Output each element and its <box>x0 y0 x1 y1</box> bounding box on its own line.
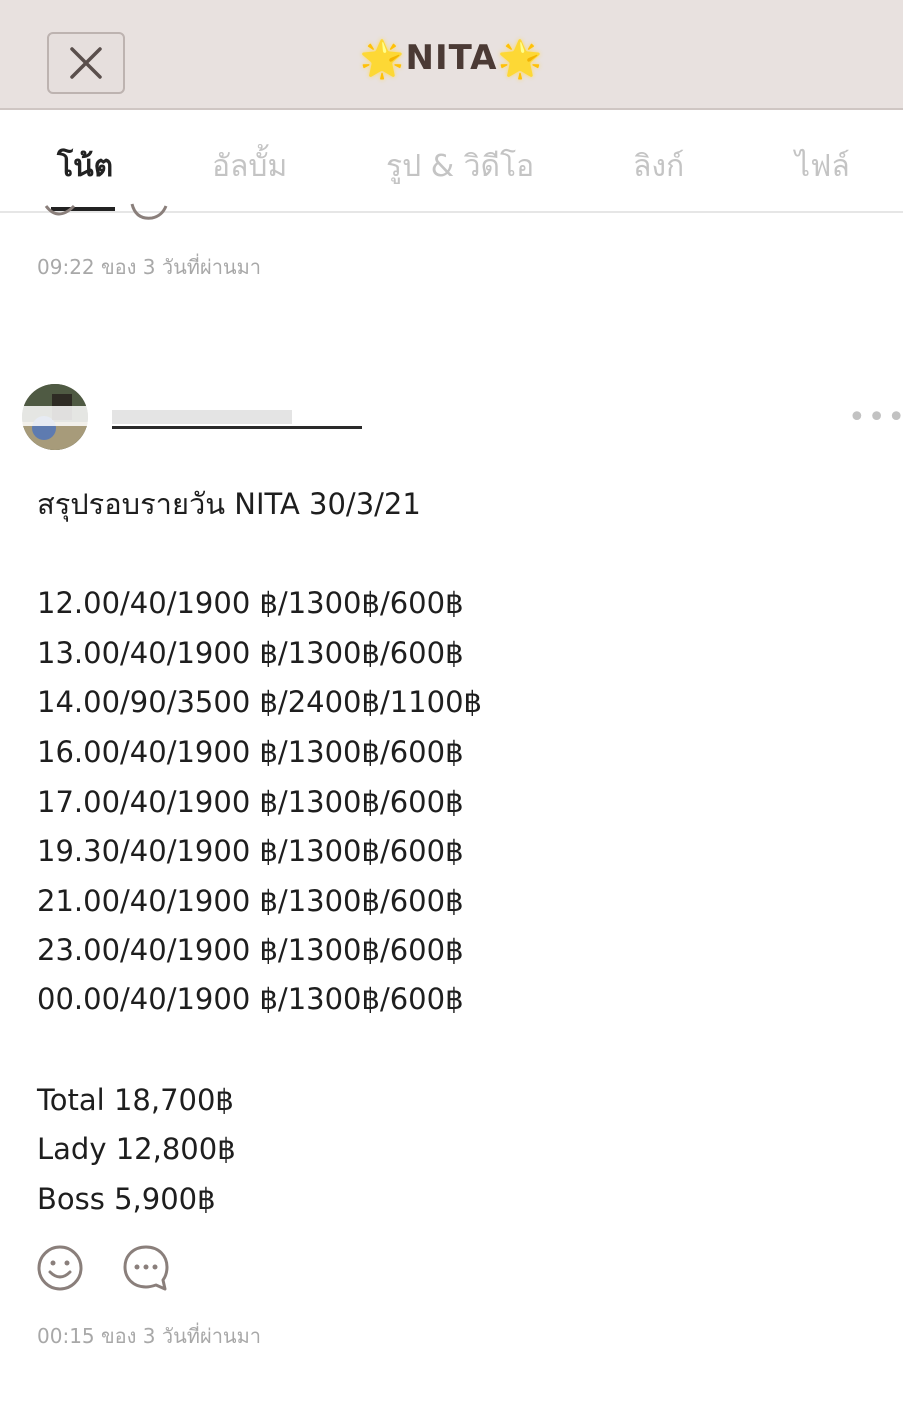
star-icon: 🌟 <box>359 39 406 80</box>
summary-boss: Boss 5,900฿ <box>37 1182 216 1216</box>
comment-icon[interactable] <box>121 1243 171 1293</box>
post-line: 21.00/40/1900 ฿/1300฿/600฿ <box>37 884 464 918</box>
post-line: 14.00/90/3500 ฿/2400฿/1100฿ <box>37 685 482 719</box>
more-options-button[interactable]: ••• <box>848 400 903 435</box>
previous-post-timestamp: 09:22 ของ 3 วันที่ผ่านมา <box>37 255 262 279</box>
post-line: 23.00/40/1900 ฿/1300฿/600฿ <box>37 933 464 967</box>
app-header: 🌟NITA🌟 <box>0 0 903 110</box>
post-title: สรุปรอบรายวัน NITA 30/3/21 <box>37 487 421 521</box>
tab-photos-videos[interactable]: รูป & วิดีโอ <box>386 143 534 190</box>
tab-notes[interactable]: โน้ต <box>57 143 113 190</box>
post-line: 17.00/40/1900 ฿/1300฿/600฿ <box>37 785 464 819</box>
summary-lady: Lady 12,800฿ <box>37 1132 236 1166</box>
page-title: 🌟NITA🌟 <box>0 38 903 80</box>
previous-post-actions <box>36 200 176 224</box>
partial-action-icons <box>44 203 168 220</box>
post-line: 12.00/40/1900 ฿/1300฿/600฿ <box>37 586 464 620</box>
tab-bar: โน้ต อัลบั้ม รูป & วิดีโอ ลิงก์ ไฟล์ <box>0 110 903 213</box>
tab-files[interactable]: ไฟล์ <box>795 143 850 190</box>
post-timestamp: 00:15 ของ 3 วันที่ผ่านมา <box>37 1324 262 1348</box>
smiley-icon[interactable] <box>35 1243 85 1293</box>
post-line: 00.00/40/1900 ฿/1300฿/600฿ <box>37 982 464 1016</box>
post-line: 13.00/40/1900 ฿/1300฿/600฿ <box>37 636 464 670</box>
star-icon: 🌟 <box>497 39 544 80</box>
tab-links[interactable]: ลิงก์ <box>633 143 684 190</box>
username-redacted <box>22 406 362 429</box>
page-title-text: NITA <box>405 38 498 78</box>
tab-albums[interactable]: อัลบั้ม <box>212 143 287 190</box>
summary-total: Total 18,700฿ <box>37 1083 234 1117</box>
post-line: 19.30/40/1900 ฿/1300฿/600฿ <box>37 834 464 868</box>
post-line: 16.00/40/1900 ฿/1300฿/600฿ <box>37 735 464 769</box>
